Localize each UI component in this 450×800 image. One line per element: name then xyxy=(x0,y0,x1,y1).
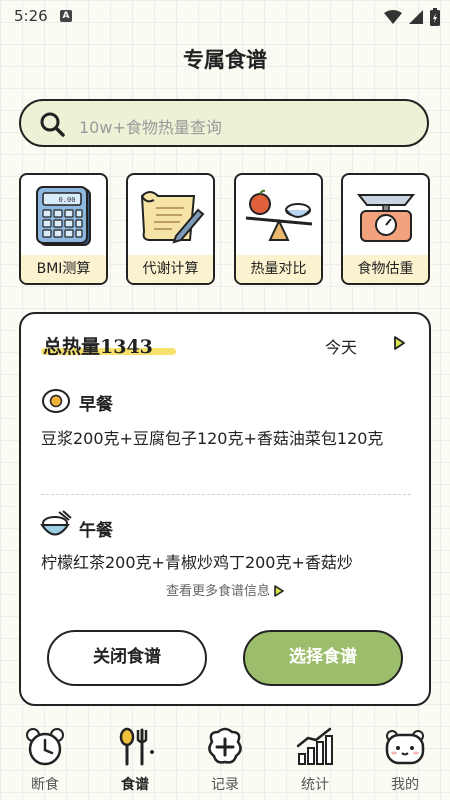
tool-label: 热量对比 xyxy=(236,255,321,283)
tool-metabolism[interactable]: 代谢计算 xyxy=(126,173,215,285)
search-placeholder: 10w+食物热量查询 xyxy=(79,118,222,137)
add-record-icon xyxy=(208,727,242,764)
meal-divider xyxy=(41,494,411,495)
close-recipe-button[interactable]: 关闭食谱 xyxy=(47,630,207,686)
recipe-card: 总热量1343 今天 早餐 豆浆200克+豆腐包子120克+香菇油菜包120克 … xyxy=(19,312,431,706)
tab-label: 统计 xyxy=(301,777,329,793)
total-calories: 总热量1343 xyxy=(43,336,153,358)
select-recipe-button[interactable]: 选择食谱 xyxy=(243,630,403,686)
battery-icon xyxy=(430,8,440,26)
more-recipe-label: 查看更多食谱信息 xyxy=(165,584,270,599)
search-icon xyxy=(40,112,65,137)
wifi-icon xyxy=(384,10,402,24)
tool-calorie-compare[interactable]: 热量对比 xyxy=(234,173,323,285)
tab-record[interactable]: 记录 xyxy=(180,722,270,800)
breakfast-desc: 豆浆200克+豆腐包子120克+香菇油菜包120克 xyxy=(41,429,384,448)
tab-recipe[interactable]: 食谱 xyxy=(90,722,180,800)
rice-bowl-icon xyxy=(40,510,72,536)
tool-grid: 0.00 BMI测算 代谢计算 热量对比 食物估重 xyxy=(19,173,431,285)
svg-text:0.00: 0.00 xyxy=(58,196,75,204)
calculator-icon: 0.00 xyxy=(35,186,91,246)
tab-fasting[interactable]: 断食 xyxy=(0,722,90,800)
status-bar: 5:26 A xyxy=(0,0,450,34)
play-arrow-icon[interactable] xyxy=(393,336,405,350)
more-recipe-link[interactable]: 查看更多食谱信息 xyxy=(21,580,429,599)
status-time: 5:26 xyxy=(14,7,48,25)
tool-label: 食物估重 xyxy=(343,255,428,283)
tab-label: 食谱 xyxy=(121,777,149,793)
search-bar[interactable]: 10w+食物热量查询 xyxy=(19,99,429,147)
scroll-pen-icon xyxy=(140,191,204,244)
notification-badge: A xyxy=(60,10,72,22)
balance-scale-icon xyxy=(245,189,312,241)
tab-label: 记录 xyxy=(211,777,239,793)
bottom-tab-bar: 断食 食谱 记录 统计 我的 xyxy=(0,722,450,800)
tab-label: 我的 xyxy=(391,777,419,793)
tool-food-weight[interactable]: 食物估重 xyxy=(341,173,430,285)
tab-mine[interactable]: 我的 xyxy=(360,722,450,800)
tab-stats[interactable]: 统计 xyxy=(270,722,360,800)
status-icons xyxy=(384,8,440,26)
breakfast-title: 早餐 xyxy=(79,395,113,415)
signal-icon xyxy=(409,10,423,24)
lunch-desc: 柠檬红茶200克+青椒炒鸡丁200克+香菇炒 xyxy=(41,553,353,572)
date-selector[interactable]: 今天 xyxy=(325,334,357,358)
tool-label: BMI测算 xyxy=(21,255,106,283)
kitchen-scale-icon xyxy=(356,194,415,242)
lunch-title: 午餐 xyxy=(79,521,113,541)
bar-chart-icon xyxy=(296,727,333,765)
bear-face-icon xyxy=(385,730,425,765)
page-title: 专属食谱 xyxy=(183,47,267,72)
egg-icon xyxy=(42,389,70,413)
alarm-clock-icon xyxy=(26,728,64,766)
tab-label: 断食 xyxy=(31,777,59,793)
tool-label: 代谢计算 xyxy=(128,255,213,283)
play-arrow-icon xyxy=(274,585,284,597)
spoon-fork-icon xyxy=(119,727,154,766)
tool-bmi[interactable]: 0.00 BMI测算 xyxy=(19,173,108,285)
